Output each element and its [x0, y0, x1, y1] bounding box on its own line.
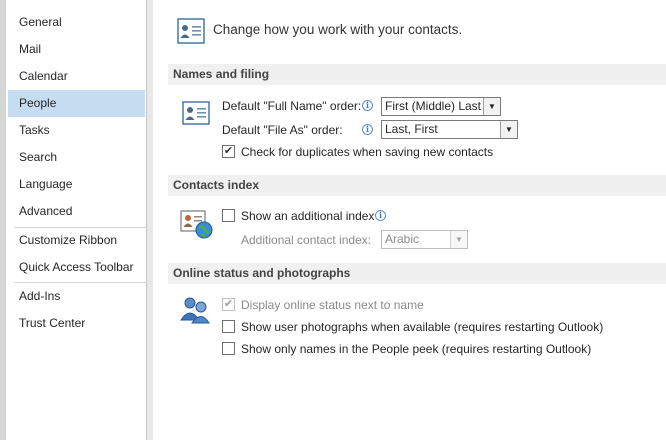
info-icon[interactable]: i: [362, 100, 373, 111]
people-icon: [180, 297, 210, 324]
sidebar-item-customize-ribbon[interactable]: Customize Ribbon: [8, 227, 145, 254]
chevron-down-icon[interactable]: ▼: [500, 121, 517, 138]
file-as-order-label: Default "File As" order:: [222, 123, 343, 137]
page-intro: Change how you work with your contacts.: [213, 22, 463, 37]
full-name-order-label: Default "Full Name" order:: [222, 99, 362, 113]
contact-card-icon: [177, 18, 205, 44]
sidebar-item-add-ins[interactable]: Add-Ins: [8, 283, 145, 310]
sidebar-item-quick-access-toolbar[interactable]: Quick Access Toolbar: [8, 254, 145, 281]
chevron-down-icon[interactable]: ▼: [450, 231, 467, 248]
section-header-names-filing: Names and filing: [168, 64, 666, 85]
file-as-order-dropdown[interactable]: Last, First ▼: [381, 120, 518, 139]
show-user-photographs-checkbox[interactable]: [222, 320, 235, 333]
info-icon[interactable]: i: [362, 124, 373, 135]
check-duplicates-label[interactable]: Check for duplicates when saving new con…: [241, 145, 493, 159]
show-additional-index-label[interactable]: Show an additional index: [241, 209, 374, 223]
chevron-down-icon[interactable]: ▼: [483, 98, 500, 115]
sidebar-item-advanced[interactable]: Advanced: [8, 198, 145, 225]
file-as-order-value: Last, First: [385, 122, 438, 136]
sidebar-item-general[interactable]: General: [8, 9, 145, 36]
sidebar-item-mail[interactable]: Mail: [8, 36, 145, 63]
display-online-status-label: Display online status next to name: [241, 298, 424, 312]
section-header-online-status: Online status and photographs: [168, 263, 666, 284]
additional-contact-index-value: Arabic: [385, 232, 420, 246]
show-additional-index-checkbox[interactable]: [222, 209, 235, 222]
check-duplicates-checkbox[interactable]: ✔: [222, 145, 235, 158]
contact-card-icon: [182, 101, 210, 125]
show-only-names-checkbox[interactable]: [222, 342, 235, 355]
people-options-panel: Change how you work with your contacts. …: [153, 0, 666, 440]
show-user-photographs-label[interactable]: Show user photographs when available (re…: [241, 320, 603, 334]
sidebar-item-people[interactable]: People: [8, 90, 145, 117]
sidebar-item-tasks[interactable]: Tasks: [8, 117, 145, 144]
show-only-names-label[interactable]: Show only names in the People peek (requ…: [241, 342, 591, 356]
options-sidebar: General Mail Calendar People Tasks Searc…: [0, 0, 147, 440]
additional-contact-index-label: Additional contact index:: [241, 233, 372, 247]
full-name-order-dropdown[interactable]: First (Middle) Last ▼: [381, 97, 501, 116]
section-header-contacts-index: Contacts index: [168, 175, 666, 196]
info-icon[interactable]: i: [375, 210, 386, 221]
sidebar-item-search[interactable]: Search: [8, 144, 145, 171]
sidebar-item-trust-center[interactable]: Trust Center: [8, 310, 145, 337]
additional-contact-index-dropdown[interactable]: Arabic ▼: [381, 230, 468, 249]
display-online-status-checkbox[interactable]: ✔: [222, 298, 235, 311]
sidebar-item-language[interactable]: Language: [8, 171, 145, 198]
contact-globe-icon: [180, 210, 213, 239]
full-name-order-value: First (Middle) Last: [385, 99, 482, 113]
sidebar-item-calendar[interactable]: Calendar: [8, 63, 145, 90]
